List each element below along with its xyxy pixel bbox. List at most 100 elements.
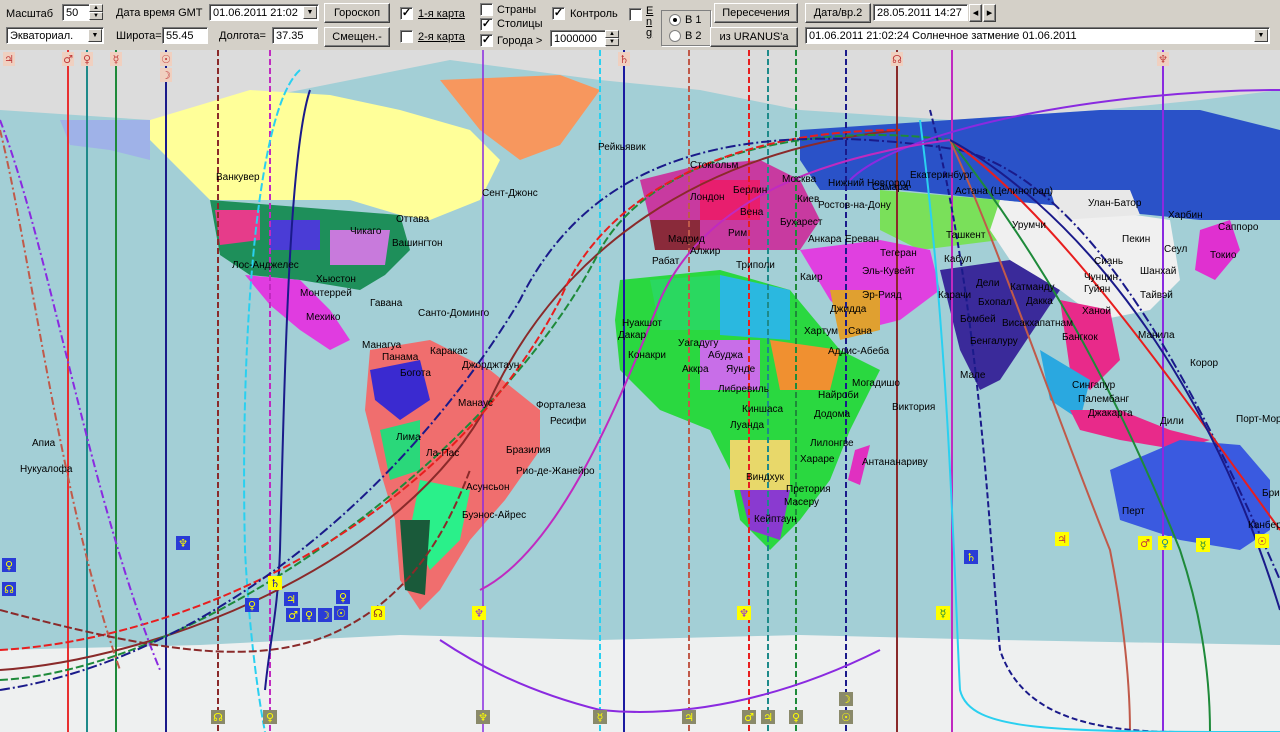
date2-input[interactable]: 28.05.2011 14:27 [873,4,968,21]
mars-bottom-marker[interactable]: ♂ [742,710,756,724]
neptune-marker[interactable]: ♆ [1157,52,1169,66]
b2-label: В 2 [685,30,702,42]
city-label: Уагадугу [678,338,718,349]
city-label: Джакарта [1088,408,1133,419]
intersections-button[interactable]: Пересечения [714,3,798,23]
city-label: Нукуалофа [20,463,73,475]
capitals-checkbox[interactable]: ✓ [480,18,493,31]
city-label: Каир [800,272,823,283]
city-label: Самара [872,182,909,193]
city-label: Абуджа [708,349,743,361]
mars-blue-marker[interactable]: ♂ [286,608,300,622]
city-label: Сент-Джонс [482,188,538,199]
saturn-yellow-marker[interactable]: ♄ [268,576,282,590]
moon-marker[interactable]: ☽ [160,68,172,82]
city-label: Асунсьон [466,482,510,493]
cities-spinner[interactable]: ▲ ▼ [605,30,619,47]
countries-checkbox[interactable] [480,3,493,16]
city-label: Ростов-на-Дону [818,200,891,211]
b1-radio[interactable] [669,14,681,26]
control-checkbox[interactable]: ✓ [552,7,565,20]
scale-input[interactable]: 50 [62,4,90,21]
venus-blue-marker[interactable]: ♀ [245,598,259,612]
shift-button[interactable]: Смещен.- [324,27,390,47]
venus-blue-marker-left[interactable]: ♀ [2,558,16,572]
lat-input[interactable]: 55.45 [162,27,208,44]
city-label: Висакхапатнам [1002,318,1073,329]
city-label: Вашингтон [392,238,443,249]
city-label: Нуакшот [622,318,662,329]
neptune-yellow-marker[interactable]: ♆ [472,606,486,620]
node-yellow-marker[interactable]: ☊ [371,606,385,620]
jupiter-yellow-marker[interactable]: ♃ [1055,532,1069,546]
city-label: Мадрид [668,234,705,245]
city-label: Яунде [726,364,756,375]
datetime-value: 01.06.2011 21:02 [213,7,298,19]
moon-bottom-marker[interactable]: ☽ [839,692,853,706]
cities-checkbox[interactable]: ✓ [480,34,493,47]
venus-marker[interactable]: ♀ [81,52,93,66]
moon-blue-marker[interactable]: ☽ [318,608,332,622]
sun-blue-marker[interactable]: ☉ [334,606,348,620]
lon-input[interactable]: 37.35 [272,27,318,44]
svg-text:♆: ♆ [739,607,749,620]
venus-blue-marker-3[interactable]: ♀ [336,590,350,604]
node-bottom-marker[interactable]: ☊ [211,710,225,724]
chart1-checkbox[interactable]: ✓ [400,7,413,20]
from-uranus-button[interactable]: из URANUS'а [710,27,798,47]
jupiter-bottom-marker[interactable]: ♃ [682,710,696,724]
chart2-checkbox[interactable] [400,30,413,43]
mars-yellow-marker[interactable]: ♂ [1138,536,1152,550]
saturn-marker[interactable]: ♄ [618,52,630,66]
saturn-blue-marker[interactable]: ♄ [964,550,978,564]
mars-marker[interactable]: ♂ [62,52,74,66]
city-label: Тайвэй [1140,290,1173,301]
jupiter2-bottom-marker[interactable]: ♃ [761,710,775,724]
next-button[interactable]: ▸ [983,4,996,22]
neptune-blue-marker[interactable]: ♆ [176,536,190,550]
projection-select[interactable]: Экваториал. ▼ [6,27,104,44]
city-label: Джидда [830,304,867,315]
mercury-bottom-marker[interactable]: ☿ [593,710,607,724]
city-label: Бенгалуру [970,336,1018,347]
venus2-bottom-marker[interactable]: ♀ [789,710,803,724]
city-label: Бухарест [780,217,823,228]
city-label: Канберра [1248,519,1280,531]
svg-text:♀: ♀ [339,591,347,604]
node-marker[interactable]: ☊ [891,52,903,66]
date2-button[interactable]: Дата/вр.2 [805,3,871,23]
city-label: Кейптаун [754,514,797,525]
city-label: Москва [782,174,817,185]
mercury-marker[interactable]: ☿ [110,52,122,66]
neptune-yellow-marker-2[interactable]: ♆ [737,606,751,620]
city-label: Тегеран [880,248,917,259]
chevron-down-icon[interactable]: ▼ [1254,29,1268,42]
horoscope-button[interactable]: Гороскоп [324,3,390,23]
jupiter-marker[interactable]: ♃ [3,52,15,66]
chevron-down-icon[interactable]: ▼ [303,6,317,19]
city-label: Мале [960,370,986,381]
world-map[interactable]: Рейкьявик Стокгольм Москва Нижний Новгор… [0,50,1280,732]
city-label: Перт [1122,506,1145,517]
b2-radio[interactable] [669,30,681,42]
datetime-select[interactable]: 01.06.2011 21:02 ▼ [209,4,319,21]
cities-threshold-input[interactable]: 1000000 [550,30,606,47]
scale-spinner[interactable]: ▲ ▼ [89,4,103,21]
mercury-yellow-marker[interactable]: ☿ [936,606,950,620]
node-blue-marker-left[interactable]: ☊ [2,582,16,596]
venus-yellow-marker[interactable]: ♀ [1158,536,1172,550]
eng-checkbox[interactable] [629,8,642,21]
city-label: Конакри [628,350,666,361]
jupiter-blue-marker[interactable]: ♃ [284,592,298,606]
chevron-down-icon[interactable]: ▼ [88,29,102,42]
sun-marker[interactable]: ☉ [160,52,172,66]
sun-bottom-marker[interactable]: ☉ [839,710,853,724]
venus-bottom-marker[interactable]: ♀ [263,710,277,724]
sun-yellow-marker[interactable]: ☉ [1255,534,1269,548]
city-label: Виндхук [746,472,785,483]
neptune-bottom-marker[interactable]: ♆ [476,710,490,724]
event-select[interactable]: 01.06.2011 21:02:24 Солнечное затмение 0… [805,27,1270,44]
mercury-yellow-marker-2[interactable]: ☿ [1196,538,1210,552]
prev-button[interactable]: ◂ [969,4,982,22]
venus-blue-marker-2[interactable]: ♀ [302,608,316,622]
